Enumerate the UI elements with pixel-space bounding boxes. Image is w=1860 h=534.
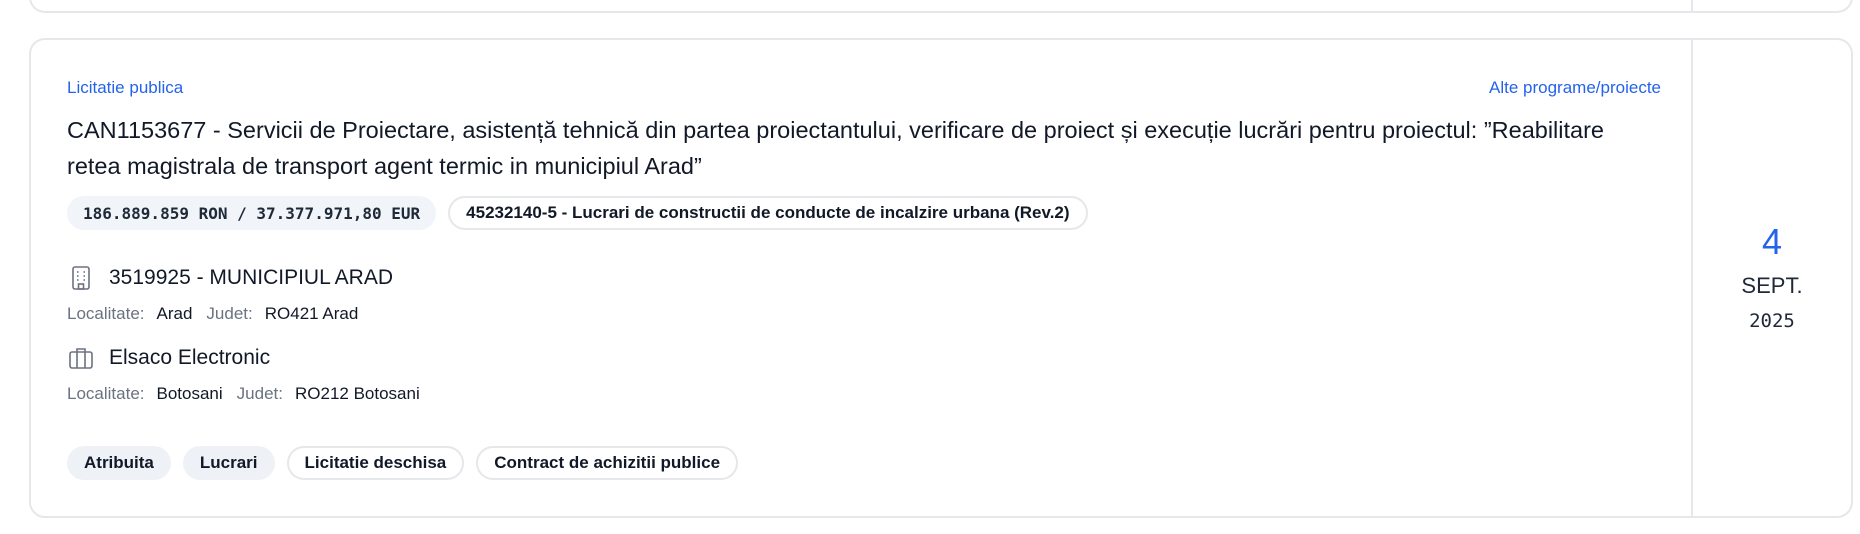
previous-card-date-divider (1691, 0, 1693, 11)
tender-card-content: Licitatie publica Alte programe/proiecte… (67, 76, 1661, 480)
program-link[interactable]: Alte programe/proiecte (1489, 78, 1661, 98)
authority-location: Localitate: Arad Judet: RO421 Arad (67, 302, 1661, 326)
briefcase-icon (67, 344, 95, 372)
procedure-tag[interactable]: Licitatie deschisa (286, 446, 465, 480)
status-tag[interactable]: Atribuita (67, 446, 171, 480)
category-tag[interactable]: Lucrari (182, 446, 275, 480)
contract-value-chip: 186.889.859 RON / 37.377.971,80 EUR (67, 196, 437, 230)
tender-card[interactable]: Licitatie publica Alte programe/proiecte… (29, 38, 1853, 518)
date-day: 4 (1761, 221, 1783, 262)
supplier-localitate: Botosani (156, 384, 223, 403)
card-header: Licitatie publica Alte programe/proiecte (67, 76, 1661, 100)
contract-type-tag[interactable]: Contract de achizitii publice (476, 446, 739, 480)
authority-localitate-label: Localitate: (67, 304, 145, 323)
tag-list: Atribuita Lucrari Licitatie deschisa Con… (67, 446, 1661, 480)
date-month: SEPT. (1741, 273, 1803, 298)
authority-name[interactable]: 3519925 - MUNICIPIUL ARAD (109, 266, 393, 290)
authority-judet: RO421 Arad (264, 304, 359, 323)
supplier-judet: RO212 Botosani (294, 384, 420, 403)
authority-localitate: Arad (156, 304, 193, 323)
supplier-name[interactable]: Elsaco Electronic (109, 346, 270, 370)
value-chips: 186.889.859 RON / 37.377.971,80 EUR 4523… (67, 196, 1661, 230)
building-icon (67, 264, 95, 292)
tender-title[interactable]: CAN1153677 - Servicii de Proiectare, asi… (67, 112, 1661, 184)
authority-judet-label: Judet: (206, 304, 253, 323)
supplier-localitate-label: Localitate: (67, 384, 145, 403)
supplier-location: Localitate: Botosani Judet: RO212 Botosa… (67, 382, 1661, 406)
previous-card (29, 0, 1853, 13)
supplier-judet-label: Judet: (236, 384, 283, 403)
procedure-type-link[interactable]: Licitatie publica (67, 78, 183, 98)
date-year: 2025 (1749, 310, 1795, 332)
cpv-code-chip[interactable]: 45232140-5 - Lucrari de constructii de c… (448, 196, 1088, 230)
supplier: Elsaco Electronic (67, 344, 1661, 372)
date-column: 4 SEPT. 2025 (1691, 40, 1851, 516)
contracting-authority: 3519925 - MUNICIPIUL ARAD (67, 264, 1661, 292)
